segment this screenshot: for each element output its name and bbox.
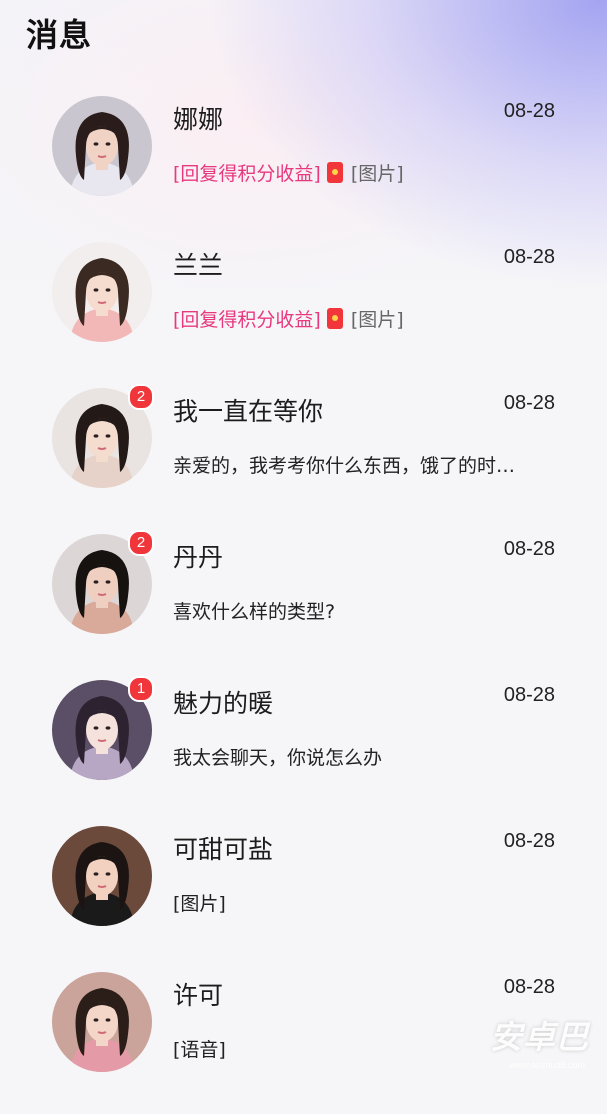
conversation-row[interactable]: 娜娜 08-28 [回复得积分收益] [图片] — [0, 92, 607, 238]
message-preview: [图片] — [173, 889, 226, 916]
reward-tag: [回复得积分收益] — [173, 309, 321, 331]
preview-text: 亲爱的，我考考你什么东西，饿了的时… — [173, 455, 516, 477]
red-packet-icon — [326, 162, 343, 183]
message-time: 08-28 — [503, 392, 555, 414]
contact-name: 魅力的暖 — [173, 689, 274, 718]
avatar[interactable] — [52, 826, 152, 926]
message-preview: 喜欢什么样的类型? — [173, 597, 335, 624]
avatar-container[interactable]: 2 — [52, 530, 154, 634]
avatar-container[interactable]: 1 — [52, 676, 154, 780]
avatar-photo-icon — [52, 96, 152, 196]
message-time: 08-28 — [503, 830, 555, 852]
contact-name: 兰兰 — [173, 251, 224, 280]
contact-name: 丹丹 — [173, 543, 224, 572]
preview-text: 我太会聊天，你说怎么办 — [173, 747, 383, 769]
conversation-row[interactable]: 可甜可盐 08-28 [图片] — [0, 822, 607, 968]
message-preview: [语音] — [173, 1035, 226, 1062]
contact-name: 我一直在等你 — [173, 397, 324, 426]
avatar-container[interactable] — [52, 826, 152, 926]
unread-count-badge: 2 — [128, 384, 154, 410]
conversation-row[interactable]: 兰兰 08-28 [回复得积分收益] [图片] — [0, 238, 607, 384]
avatar[interactable] — [52, 242, 152, 342]
message-preview: [回复得积分收益] [图片] — [173, 305, 404, 332]
avatar-container[interactable] — [52, 242, 152, 342]
message-preview: 我太会聊天，你说怎么办 — [173, 743, 382, 770]
message-preview: [回复得积分收益] [图片] — [173, 159, 404, 186]
preview-text: [图片] — [350, 163, 404, 185]
message-time: 08-28 — [503, 976, 555, 998]
preview-text: 喜欢什么样的类型? — [173, 601, 336, 623]
message-time: 08-28 — [503, 246, 555, 268]
preview-text: [图片] — [350, 309, 404, 331]
avatar-photo-icon — [52, 242, 152, 342]
unread-count-badge: 1 — [128, 676, 154, 702]
red-packet-icon — [326, 308, 343, 329]
conversation-row[interactable]: 1 魅力的暖 08-28 我太会聊天，你说怎么办 — [0, 676, 607, 822]
conversation-row[interactable]: 2 我一直在等你 08-28 亲爱的，我考考你什么东西，饿了的时… — [0, 384, 607, 530]
avatar[interactable] — [52, 972, 152, 1072]
avatar-container[interactable] — [52, 96, 152, 196]
reward-tag: [回复得积分收益] — [173, 163, 321, 185]
preview-text: [图片] — [173, 893, 226, 915]
watermark-url: www.anzhuo8.com — [509, 1060, 585, 1070]
avatar[interactable] — [52, 96, 152, 196]
conversation-row[interactable]: 2 丹丹 08-28 喜欢什么样的类型? — [0, 530, 607, 676]
page-title: 消息 — [26, 16, 93, 54]
message-time: 08-28 — [503, 538, 555, 560]
message-time: 08-28 — [503, 684, 555, 706]
avatar-container[interactable]: 2 — [52, 384, 154, 488]
unread-count-badge: 2 — [128, 530, 154, 556]
conversation-list[interactable]: 娜娜 08-28 [回复得积分收益] [图片] 兰兰 08-28 [回复得积分收益] [图片]… — [0, 92, 607, 1114]
message-preview: 亲爱的，我考考你什么东西，饿了的时… — [173, 451, 515, 478]
contact-name: 娜娜 — [173, 105, 224, 134]
contact-name: 许可 — [173, 981, 224, 1010]
watermark-logo: 安卓巴 — [489, 1018, 589, 1056]
avatar-photo-icon — [52, 826, 152, 926]
preview-text: [语音] — [173, 1039, 226, 1061]
messages-page: 消息 娜娜 08-28 [回复得积分收益] [图片] 兰兰 08-28 [回复得积分收益][… — [0, 0, 607, 1080]
message-time: 08-28 — [503, 100, 555, 122]
avatar-container[interactable] — [52, 972, 152, 1072]
avatar-photo-icon — [52, 972, 152, 1072]
contact-name: 可甜可盐 — [173, 835, 274, 864]
